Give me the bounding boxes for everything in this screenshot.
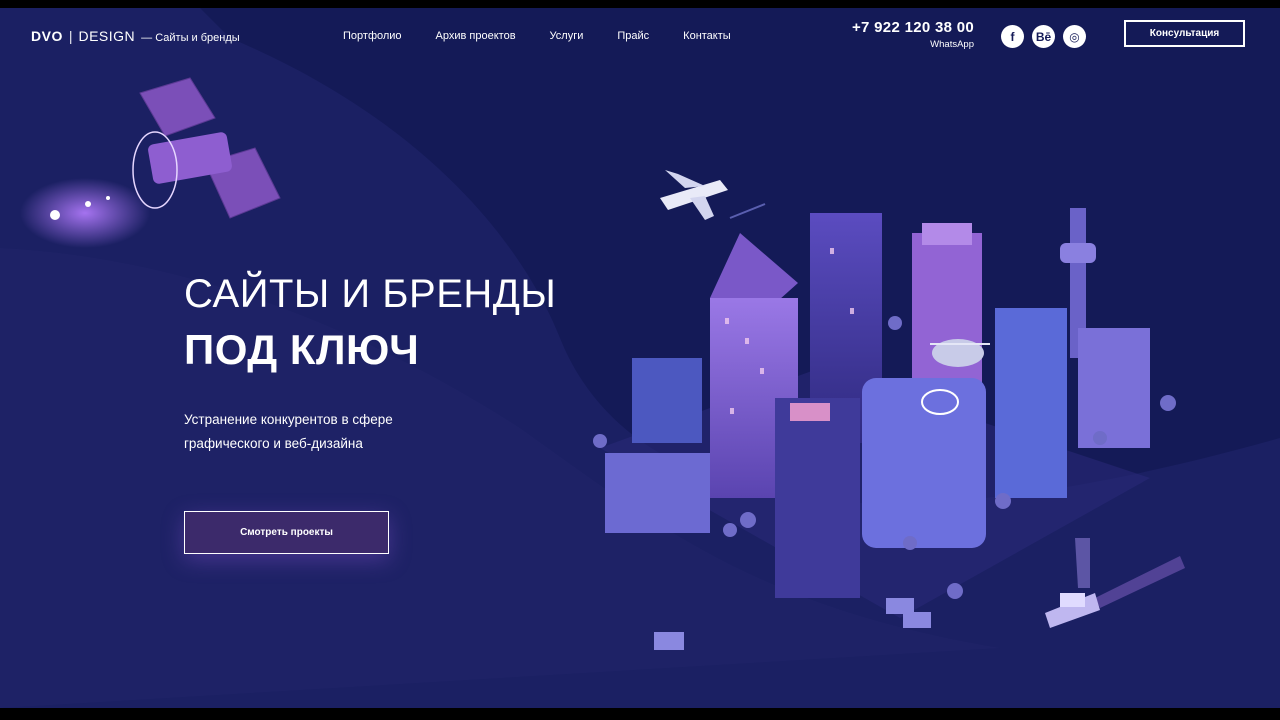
building — [632, 358, 702, 443]
logo-design: DESIGN — [78, 28, 136, 44]
phone-whatsapp-note: WhatsApp — [930, 39, 974, 50]
tower — [1078, 328, 1150, 448]
view-projects-button[interactable]: Смотреть проекты — [184, 511, 389, 554]
nav-archive[interactable]: Архив проектов — [436, 30, 516, 42]
helipad-building — [862, 378, 986, 548]
tower — [995, 308, 1067, 498]
social-links: f Bē ◎ — [1001, 25, 1086, 48]
office-building — [775, 398, 860, 598]
airplane-icon — [660, 170, 766, 220]
consultation-button[interactable]: Консультация — [1124, 20, 1245, 47]
phone-number[interactable]: +7 922 120 38 00 — [852, 19, 974, 36]
building — [605, 453, 710, 533]
nav-contacts[interactable]: Контакты — [683, 30, 731, 42]
facebook-icon[interactable]: f — [1001, 25, 1024, 48]
page: DVO | DESIGN — Сайты и бренды Портфолио … — [0, 8, 1280, 708]
phone-block: +7 922 120 38 00 WhatsApp — [852, 19, 974, 50]
logo-tagline: — Сайты и бренды — [141, 32, 240, 44]
instagram-icon[interactable]: ◎ — [1063, 25, 1086, 48]
nav-portfolio[interactable]: Портфолио — [343, 30, 402, 42]
hero-title-line1: САЙТЫ И БРЕНДЫ — [184, 272, 557, 316]
nav-price[interactable]: Прайс — [617, 30, 649, 42]
main-nav: Портфолио Архив проектов Услуги Прайс Ко… — [343, 30, 731, 42]
nav-services[interactable]: Услуги — [550, 30, 584, 42]
hero-subtitle: Устранение конкурентов в сфере графическ… — [184, 412, 393, 451]
logo[interactable]: DVO | DESIGN — Сайты и бренды — [31, 28, 240, 44]
hero-title-line2: ПОД КЛЮЧ — [184, 326, 420, 373]
logo-separator: | — [68, 28, 73, 44]
behance-icon[interactable]: Bē — [1032, 25, 1055, 48]
logo-dvo: DVO — [31, 28, 63, 44]
